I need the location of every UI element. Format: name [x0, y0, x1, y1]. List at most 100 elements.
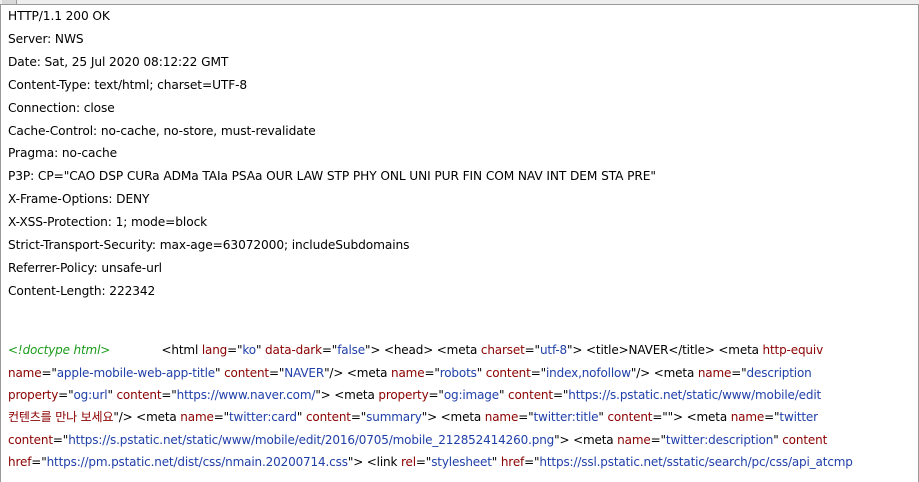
token-val: twitter	[779, 410, 818, 424]
http-response-viewer[interactable]: HTTP/1.1 200 OK Server: NWS Date: Sat, 25 …	[0, 5, 919, 482]
header-line: X-XSS-Protection: 1; mode=block	[8, 215, 208, 230]
token-val: summary	[366, 410, 422, 424]
token-tag: ="	[415, 455, 432, 469]
token-tag: ="	[58, 388, 74, 402]
token-tag: ="	[731, 366, 747, 380]
token-attr: rel	[400, 455, 416, 469]
token-val: apple-mobile-web-app-title	[56, 366, 216, 380]
token-attr: name	[8, 366, 42, 380]
token-tag: "	[499, 388, 509, 402]
token-tag: ="	[31, 455, 47, 469]
token-tag: ="	[41, 366, 57, 380]
token-tag: ="	[530, 366, 546, 380]
token-tag: <html	[161, 343, 202, 357]
body-line: property="og:url" content="https://www.n…	[8, 384, 821, 406]
token-attr: name	[730, 410, 765, 424]
header-line: Date: Sat, 25 Jul 2020 08:12:22 GMT	[8, 54, 229, 69]
token-val: twitter:title	[533, 410, 599, 424]
token-tag: ="	[52, 433, 69, 447]
token-tag: ="	[424, 366, 440, 380]
token-val: https://ssl.pstatic.net/sstatic/search/p…	[539, 455, 853, 469]
token-tag: ="	[161, 388, 177, 402]
token-tag: ="	[350, 410, 367, 424]
token-val: https://s.pstatic.net/static/www/mobile/…	[568, 388, 822, 402]
token-attr: content	[508, 388, 553, 402]
token-attr: content	[305, 410, 351, 424]
token-tag: ="	[428, 388, 444, 402]
header-line: Content-Length: 222342	[8, 283, 156, 298]
token-tag: ="	[552, 388, 569, 402]
token-attr: content	[607, 410, 653, 424]
token-tag: "	[476, 366, 486, 380]
header-line: Referrer-Policy: unsafe-url	[8, 260, 162, 275]
token-tag: "/> <meta	[324, 366, 391, 380]
token-tag: ="	[268, 366, 285, 380]
token-attr: charset	[480, 343, 525, 357]
token-attr: lang	[201, 343, 228, 357]
token-val: utf-8	[539, 343, 568, 357]
token-val: NAVER	[284, 366, 325, 380]
token-attr: name	[697, 366, 732, 380]
token-plain: NAVER	[628, 343, 669, 357]
token-attr: name	[180, 410, 214, 424]
token-tag: ="	[227, 343, 243, 357]
token-tag: "	[296, 410, 306, 424]
header-line: Server: NWS	[8, 31, 84, 46]
token-val: twitter:card	[229, 410, 297, 424]
token-tag: "> <head> <meta	[365, 343, 481, 357]
token-tag: "/> <meta	[113, 410, 181, 424]
token-attr: content	[782, 433, 828, 447]
body-line: name="apple-mobile-web-app-title" conten…	[8, 362, 812, 384]
token-tag: ="	[650, 433, 666, 447]
token-doctype: <!doctype html>	[8, 343, 111, 357]
header-line: P3P: CP="CAO DSP CURa ADMa TAIa PSAa OUR…	[8, 169, 656, 184]
token-val: twitter:description	[665, 433, 774, 447]
token-tag: "	[773, 433, 783, 447]
token-val: ko	[242, 343, 256, 357]
token-attr: content	[8, 433, 53, 447]
token-kr: 컨텐츠를 만나 보세요	[8, 410, 114, 424]
token-attr: http-equiv	[762, 343, 824, 357]
token-tag: ="	[518, 410, 534, 424]
token-tag: =""> <meta	[652, 410, 731, 424]
token-tag: ="	[524, 343, 540, 357]
token-tag: ="	[764, 410, 780, 424]
body-line: 컨텐츠를 만나 보세요"/> <meta name="twitter:card"…	[8, 406, 818, 428]
token-tag: "	[491, 455, 501, 469]
token-attr: name	[617, 433, 651, 447]
token-tag: "> <link	[347, 455, 401, 469]
token-attr: property	[8, 388, 59, 402]
token-tag: "> <meta	[315, 388, 379, 402]
token-tag: "> <meta	[421, 410, 485, 424]
token-attr: content	[224, 366, 269, 380]
header-line: Pragma: no-cache	[8, 146, 117, 161]
body-line: <!doctype html> <html lang="ko" data-dar…	[8, 339, 823, 361]
token-val: og:image	[443, 388, 499, 402]
token-tag: "/> <meta	[630, 366, 698, 380]
token-attr: href	[500, 455, 525, 469]
token-attr: name	[391, 366, 425, 380]
token-val: https://s.pstatic.net/static/www/mobile/…	[68, 433, 555, 447]
body-line: content="https://s.pstatic.net/static/ww…	[8, 429, 827, 451]
header-line: Strict-Transport-Security: max-age=63072…	[8, 238, 410, 252]
token-tag: "	[215, 366, 225, 380]
token-val: description	[746, 366, 812, 380]
token-tag: "	[255, 343, 266, 357]
token-attr: content	[116, 388, 162, 402]
token-val: https://www.naver.com/	[176, 388, 316, 402]
token-val: false	[337, 343, 365, 357]
token-val: https://pm.pstatic.net/dist/css/nmain.20…	[46, 455, 348, 469]
token-attr: data-dark	[265, 343, 322, 357]
token-val: index,nofollow	[545, 366, 631, 380]
token-tag: ="	[213, 410, 229, 424]
token-attr: href	[8, 455, 32, 469]
header-line: X-Frame-Options: DENY	[8, 192, 150, 207]
token-attr: name	[484, 410, 519, 424]
tab-handle[interactable]	[2, 0, 17, 4]
header-line: Connection: close	[8, 100, 115, 115]
body-line: href="https://pm.pstatic.net/dist/css/nm…	[8, 451, 853, 473]
token-tag: ="	[524, 455, 540, 469]
header-line: Content-Type: text/html; charset=UTF-8	[8, 77, 248, 92]
status-line: HTTP/1.1 200 OK	[8, 9, 110, 23]
token-tag: </title> <meta	[668, 343, 763, 357]
